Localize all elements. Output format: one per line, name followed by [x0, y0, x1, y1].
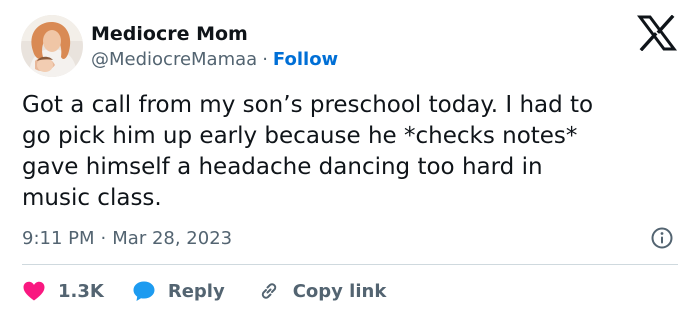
tweet-timestamp[interactable]: 9:11 PM · Mar 28, 2023	[22, 226, 232, 252]
user-handle[interactable]: @MediocreMamaa	[91, 49, 257, 70]
info-icon[interactable]	[650, 226, 674, 250]
x-logo-glyph	[637, 14, 677, 52]
copy-link-label: Copy link	[292, 280, 387, 302]
handle-row: @MediocreMamaa · Follow	[91, 48, 338, 72]
timestamp-separator: ·	[100, 228, 107, 249]
action-bar: 1.3K Reply Copy link	[22, 278, 386, 304]
reply-button[interactable]: Reply	[132, 279, 225, 303]
info-glyph	[651, 227, 673, 249]
copy-link-button[interactable]: Copy link	[257, 279, 387, 303]
display-name[interactable]: Mediocre Mom	[91, 22, 248, 46]
tweet-time: 9:11 PM	[22, 228, 95, 249]
tweet-text: Got a call from my son’s preschool today…	[22, 92, 594, 211]
x-logo-icon[interactable]	[637, 14, 677, 52]
tweet-card: Mediocre Mom @MediocreMamaa · Follow Got a…	[0, 0, 700, 318]
follow-button[interactable]: Follow	[273, 49, 338, 70]
tweet-date: Mar 28, 2023	[112, 228, 233, 249]
avatar-photo-icon	[21, 15, 83, 77]
avatar[interactable]	[21, 15, 83, 77]
heart-icon	[23, 281, 45, 301]
link-icon	[261, 283, 276, 299]
like-button[interactable]: 1.3K	[22, 279, 104, 303]
handle-separator: ·	[262, 49, 268, 70]
divider	[22, 264, 678, 265]
like-count: 1.3K	[58, 280, 104, 302]
reply-label: Reply	[167, 280, 225, 302]
speech-bubble-icon	[133, 281, 155, 301]
